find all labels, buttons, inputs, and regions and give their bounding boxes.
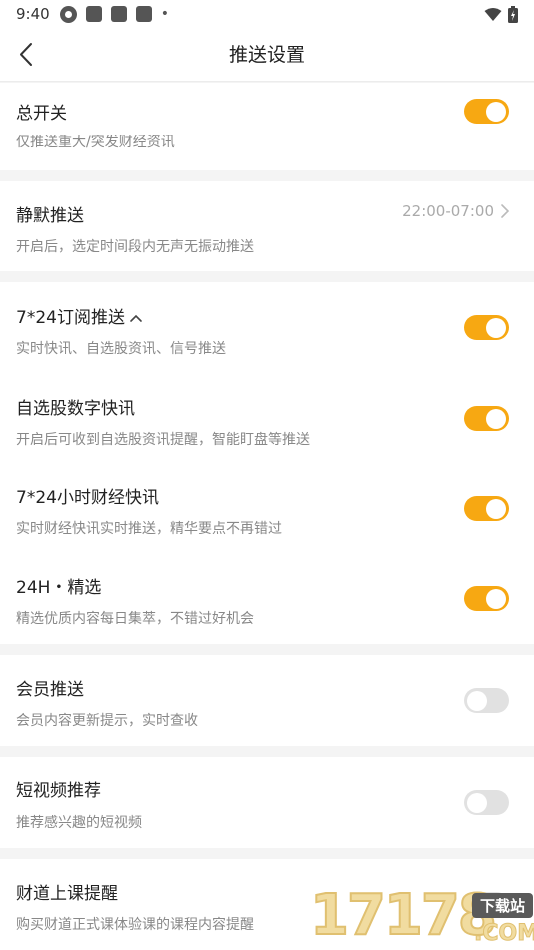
group-member: 会员推送 会员内容更新提示，实时查收 xyxy=(0,655,534,746)
setting-title: 总开关 xyxy=(16,104,67,124)
notification-icon xyxy=(85,6,102,22)
toggle-knob xyxy=(486,498,506,519)
setting-title[interactable]: 7*24订阅推送 xyxy=(16,303,143,328)
setting-row-video: 短视频推荐 推荐感兴趣的短视频 xyxy=(0,757,534,848)
subscription-toggle[interactable] xyxy=(464,315,509,340)
featured-toggle[interactable] xyxy=(464,586,509,611)
setting-title: 财道上课提醒 xyxy=(16,884,118,904)
quiet-time-value: 22:00-07:00 xyxy=(402,202,494,220)
setting-row-watchlist: 自选股数字快讯 开启后可收到自选股资讯提醒，智能盯盘等推送 xyxy=(0,373,534,463)
chevron-up-icon xyxy=(130,314,142,322)
setting-row-course: 财道上课提醒 购买财道正式课体验课的课程内容提醒 xyxy=(0,859,534,950)
group-course: 财道上课提醒 购买财道正式课体验课的课程内容提醒 xyxy=(0,859,534,950)
chevron-right-icon xyxy=(501,204,510,218)
group-quiet: 静默推送 开启后，选定时间段内无声无振动推送 22:00-07:00 xyxy=(0,181,534,271)
vpn-icon xyxy=(59,5,77,23)
setting-row-subscription: 7*24订阅推送 实时快讯、自选股资讯、信号推送 xyxy=(0,282,534,373)
notification-icon xyxy=(110,6,127,22)
master-toggle[interactable] xyxy=(464,99,509,124)
setting-title: 自选股数字快讯 xyxy=(16,399,135,419)
flash-toggle[interactable] xyxy=(464,496,509,521)
setting-row-master: 总开关 仅推送重大/突发财经资讯 xyxy=(0,83,534,170)
setting-title: 短视频推荐 xyxy=(16,781,101,801)
toggle-knob xyxy=(486,408,506,429)
toggle-knob xyxy=(467,894,487,915)
back-button[interactable] xyxy=(12,40,42,70)
toggle-knob xyxy=(486,588,506,609)
group-subscription: 7*24订阅推送 实时快讯、自选股资讯、信号推送 自选股数字快讯 开启后可收到自… xyxy=(0,282,534,644)
setting-subtitle: 会员内容更新提示，实时查收 xyxy=(16,713,198,729)
page-title: 推送设置 xyxy=(228,44,305,66)
toggle-knob xyxy=(486,317,506,338)
wifi-icon xyxy=(484,7,502,21)
setting-subtitle: 实时财经快讯实时推送，精华要点不再错过 xyxy=(16,521,282,537)
more-dot-icon: • xyxy=(160,6,169,22)
group-video: 短视频推荐 推荐感兴趣的短视频 xyxy=(0,757,534,848)
setting-row-flash: 7*24小时财经快讯 实时财经快讯实时推送，精华要点不再错过 xyxy=(0,463,534,553)
setting-title: 静默推送 xyxy=(16,206,84,226)
setting-row-featured: 24H・精选 精选优质内容每日集萃，不错过好机会 xyxy=(0,553,534,644)
nav-bar: 推送设置 xyxy=(0,28,534,82)
video-toggle[interactable] xyxy=(464,790,509,815)
setting-subtitle: 精选优质内容每日集萃，不错过好机会 xyxy=(16,611,254,627)
toggle-knob xyxy=(467,690,487,711)
setting-subtitle: 仅推送重大/突发财经资讯 xyxy=(16,135,175,149)
battery-icon xyxy=(508,5,518,23)
setting-row-quiet[interactable]: 静默推送 开启后，选定时间段内无声无振动推送 22:00-07:00 xyxy=(0,181,534,271)
course-toggle[interactable] xyxy=(464,892,509,917)
setting-subtitle: 实时快讯、自选股资讯、信号推送 xyxy=(16,341,226,357)
setting-subtitle: 开启后可收到自选股资讯提醒，智能盯盘等推送 xyxy=(16,432,310,448)
setting-title: 7*24小时财经快讯 xyxy=(16,488,159,508)
notification-icon xyxy=(135,6,152,22)
setting-title: 24H・精选 xyxy=(16,578,102,598)
status-bar: 9:40 • xyxy=(0,0,534,28)
setting-title: 会员推送 xyxy=(16,680,84,700)
toggle-knob xyxy=(486,101,506,122)
setting-subtitle: 购买财道正式课体验课的课程内容提醒 xyxy=(16,917,254,933)
setting-subtitle: 开启后，选定时间段内无声无振动推送 xyxy=(16,239,254,255)
setting-title-text: 7*24订阅推送 xyxy=(16,308,125,328)
setting-subtitle: 推荐感兴趣的短视频 xyxy=(16,815,142,831)
toggle-knob xyxy=(467,792,487,813)
chevron-left-icon xyxy=(20,43,32,66)
quiet-time-range[interactable]: 22:00-07:00 xyxy=(402,202,510,220)
member-toggle[interactable] xyxy=(464,688,509,713)
status-time: 9:40 xyxy=(16,5,50,23)
setting-row-member: 会员推送 会员内容更新提示，实时查收 xyxy=(0,655,534,746)
group-master: 总开关 仅推送重大/突发财经资讯 xyxy=(0,83,534,170)
watchlist-toggle[interactable] xyxy=(464,406,509,431)
